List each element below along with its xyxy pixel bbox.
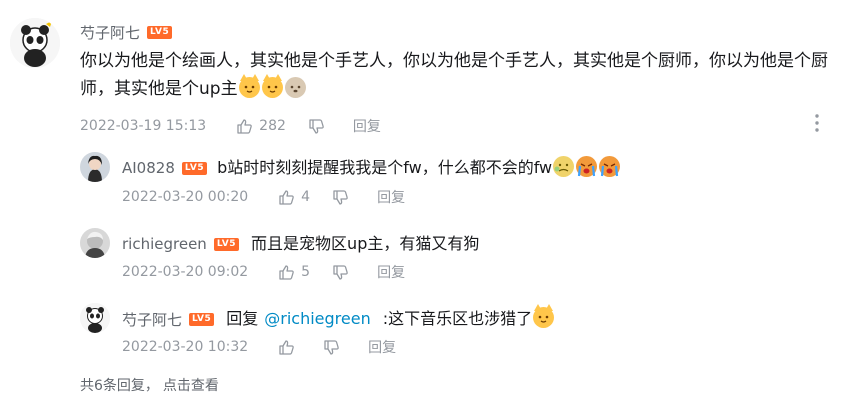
dislike-button[interactable] — [323, 339, 346, 356]
cat-emoji-icon — [261, 74, 283, 98]
reply-count-text: 共6条回复， — [80, 378, 159, 394]
avatar[interactable] — [80, 228, 110, 258]
level-badge: LV5 — [181, 161, 208, 175]
dog-emoji-icon — [284, 77, 306, 98]
thumbs-up-icon — [279, 339, 294, 355]
panda-avatar-icon — [10, 18, 60, 68]
comment-body: 你以为他是个绘画人，其实他是个手艺人，你以为他是个手艺人，其实他是个厨师，你以为… — [80, 51, 828, 99]
more-options-icon[interactable] — [814, 113, 822, 138]
reply-text: b站时时刻刻提醒我我是个fw，什么都不会的fw — [217, 156, 621, 180]
dislike-button[interactable] — [308, 118, 331, 135]
view-replies-link[interactable]: 点击查看 — [163, 375, 219, 395]
like-count: 4 — [301, 189, 311, 205]
reply-button[interactable]: 回复 — [377, 187, 405, 207]
comment-text: 你以为他是个绘画人，其实他是个手艺人，你以为他是个手艺人，其实他是个厨师，你以为… — [80, 47, 835, 103]
like-button[interactable]: 4 — [278, 189, 310, 206]
crying-emoji-icon — [599, 156, 621, 177]
panda-avatar-icon — [80, 303, 110, 333]
thumbs-up-icon — [279, 189, 294, 205]
username[interactable]: richiegreen — [122, 235, 207, 253]
level-badge: LV5 — [147, 26, 173, 39]
cat-emoji-icon — [238, 74, 260, 98]
like-button[interactable] — [278, 339, 301, 356]
dislike-button[interactable] — [332, 189, 355, 206]
thumbs-up-icon — [237, 118, 252, 134]
reply-button[interactable]: 回复 — [353, 116, 381, 136]
reply-button[interactable]: 回复 — [368, 337, 396, 357]
thumbs-down-icon — [333, 189, 348, 205]
like-count: 282 — [259, 118, 286, 134]
cat-emoji-icon — [533, 304, 555, 328]
username[interactable]: AI0828 — [122, 159, 175, 177]
reply-time: 2022-03-20 09:02 — [122, 264, 249, 280]
crying-emoji-icon — [576, 156, 598, 177]
avatar[interactable] — [80, 303, 110, 333]
reply-body: b站时时刻刻提醒我我是个fw，什么都不会的fw — [217, 158, 553, 177]
reply-text: 而且是宠物区up主，有猫又有狗 — [251, 234, 480, 253]
sick-face-emoji-icon — [553, 156, 575, 177]
avatar[interactable] — [10, 18, 60, 68]
username[interactable]: 芍子阿七 — [80, 22, 140, 43]
thumbs-down-icon — [324, 339, 339, 355]
reply-time: 2022-03-20 00:20 — [122, 189, 249, 205]
level-badge: LV5 — [213, 237, 240, 251]
like-button[interactable]: 5 — [278, 264, 310, 281]
reply-button[interactable]: 回复 — [377, 262, 405, 282]
reply-time: 2022-03-20 10:32 — [122, 339, 249, 355]
user-mention-link[interactable]: @richiegreen — [264, 307, 370, 331]
avatar[interactable] — [80, 152, 110, 182]
user-photo-icon — [80, 152, 110, 182]
thumbs-up-icon — [279, 264, 294, 280]
comment-time: 2022-03-19 15:13 — [80, 118, 207, 134]
thumbs-down-icon — [309, 118, 324, 134]
reply-text: :这下音乐区也涉猎了 — [382, 304, 555, 331]
reply-body: :这下音乐区也涉猎了 — [382, 309, 533, 328]
like-button[interactable]: 282 — [236, 118, 286, 135]
dislike-button[interactable] — [332, 264, 355, 281]
user-photo-icon — [80, 228, 110, 258]
level-badge: LV5 — [189, 312, 215, 326]
thumbs-down-icon — [333, 264, 348, 280]
reply-prefix: 回复 — [226, 309, 259, 328]
username[interactable]: 芍子阿七 — [122, 309, 182, 330]
like-count: 5 — [301, 264, 311, 280]
